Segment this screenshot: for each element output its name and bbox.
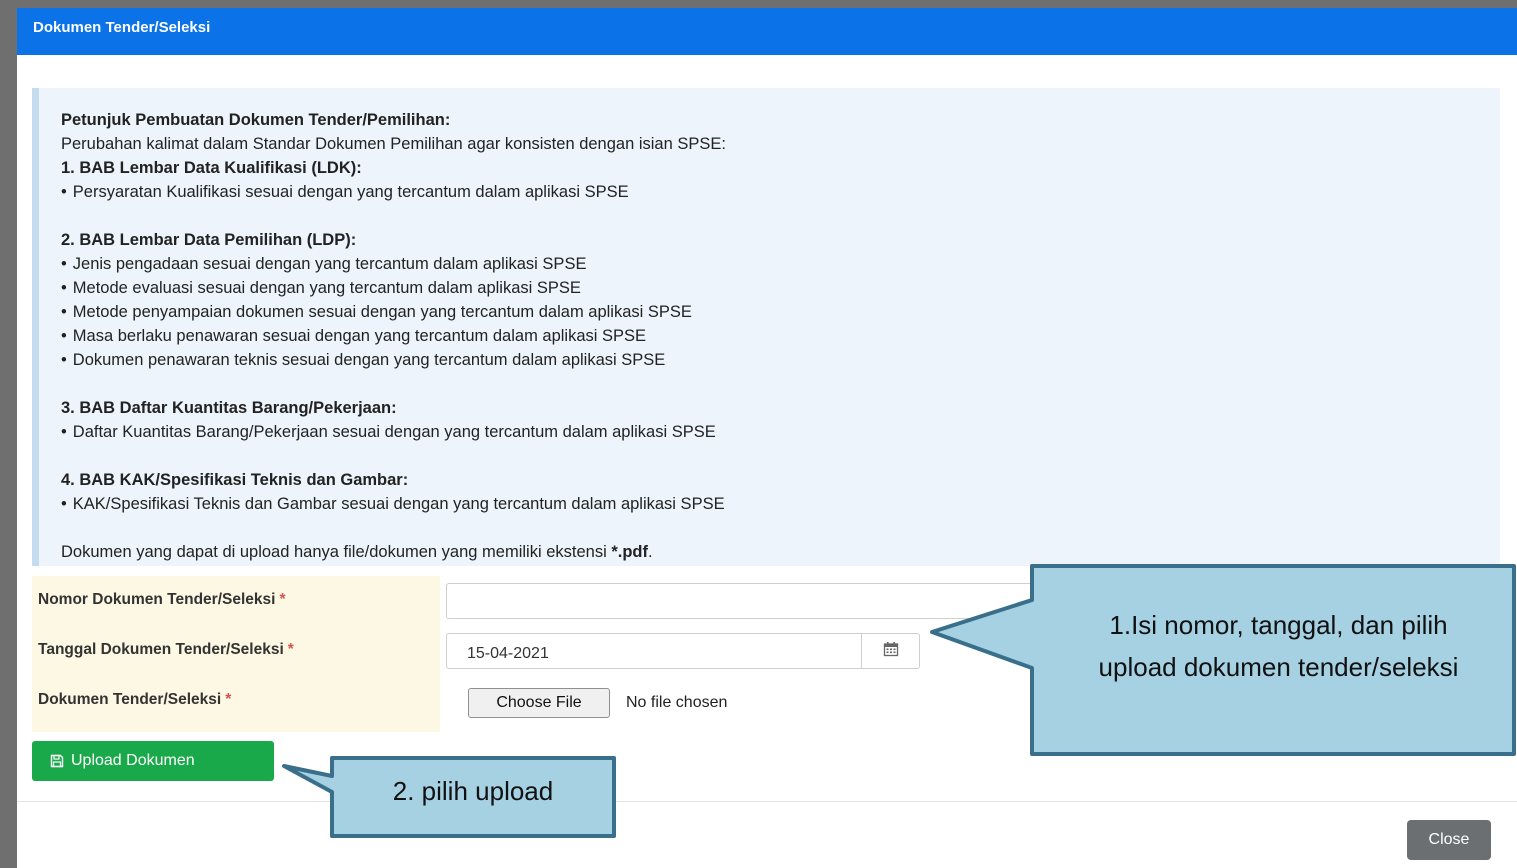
list-item: Metode penyampaian dokumen sesuai dengan…	[61, 300, 1500, 324]
list-item: Masa berlaku penawaran sesuai dengan yan…	[61, 324, 1500, 348]
section-title: 3. BAB Daftar Kuantitas Barang/Pekerjaan…	[61, 399, 397, 417]
close-button[interactable]: Close	[1407, 820, 1491, 860]
calendar-icon	[883, 641, 899, 662]
required-mark: *	[279, 591, 286, 608]
required-mark: *	[287, 641, 294, 658]
calendar-button[interactable]	[862, 633, 920, 669]
section-title: 1. BAB Lembar Data Kualifikasi (LDK):	[61, 159, 362, 177]
floppy-disk-icon	[50, 754, 64, 768]
instructions-heading: Petunjuk Pembuatan Dokumen Tender/Pemili…	[61, 111, 451, 129]
instructions-panel: Petunjuk Pembuatan Dokumen Tender/Pemili…	[32, 88, 1500, 566]
upload-dokumen-button[interactable]: Upload Dokumen	[32, 741, 274, 781]
list-item: Daftar Kuantitas Barang/Pekerjaan sesuai…	[61, 420, 1500, 444]
modal-header: Dokumen Tender/Seleksi	[17, 8, 1517, 55]
pdf-extension: *.pdf	[611, 543, 648, 561]
list-item: KAK/Spesifikasi Teknis dan Gambar sesuai…	[61, 492, 1500, 516]
callout-2-text: 2. pilih upload	[392, 776, 554, 806]
callout-1-text: 1.Isi nomor, tanggal, dan pilih upload d…	[1098, 610, 1459, 682]
footer-divider	[17, 801, 1517, 802]
tanggal-dokumen-input[interactable]: 15-04-2021	[446, 633, 862, 669]
section-title: 2. BAB Lembar Data Pemilihan (LDP):	[61, 231, 357, 249]
nomor-label: Nomor Dokumen Tender/Seleksi *	[32, 576, 440, 626]
dokumen-label: Dokumen Tender/Seleksi *	[32, 676, 440, 732]
list-item: Metode evaluasi sesuai dengan yang terca…	[61, 276, 1500, 300]
section-title: 4. BAB KAK/Spesifikasi Teknis dan Gambar…	[61, 471, 409, 489]
file-status: No file chosen	[626, 694, 728, 711]
choose-file-button[interactable]: Choose File	[468, 688, 610, 718]
upload-button-label: Upload Dokumen	[71, 752, 195, 769]
modal-title: Dokumen Tender/Seleksi	[33, 19, 211, 36]
list-item: Jenis pengadaan sesuai dengan yang terca…	[61, 252, 1500, 276]
list-item: Persyaratan Kualifikasi sesuai dengan ya…	[61, 180, 1500, 204]
list-item: Dokumen penawaran teknis sesuai dengan y…	[61, 348, 1500, 372]
tanggal-label: Tanggal Dokumen Tender/Seleksi *	[32, 626, 440, 676]
instructions-intro: Perubahan kalimat dalam Standar Dokumen …	[61, 135, 726, 153]
required-mark: *	[225, 691, 232, 708]
